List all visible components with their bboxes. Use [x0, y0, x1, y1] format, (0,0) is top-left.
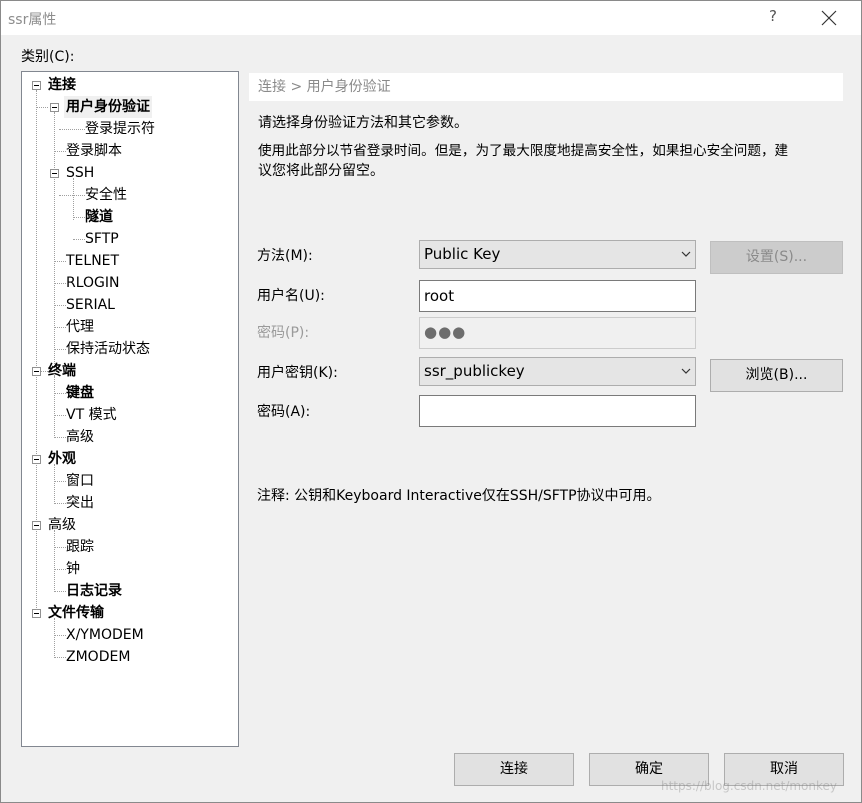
connect-button[interactable]: 连接	[454, 753, 574, 786]
tree-item-security[interactable]: 安全性	[83, 184, 129, 206]
note-text: 注释: 公钥和Keyboard Interactive仅在SSH/SFTP协议中…	[257, 488, 661, 504]
collapse-icon[interactable]	[32, 367, 41, 376]
session-properties-dialog: ssr属性 ? 类别(C): 连接 用户身份验证 登录提示符 登录脚本 SSH …	[0, 0, 862, 803]
tree-item-rlogin[interactable]: RLOGIN	[64, 272, 122, 294]
tree-item-bell[interactable]: 钟	[64, 558, 82, 580]
tree-item-authentication[interactable]: 用户身份验证	[64, 96, 152, 118]
tree-item-serial[interactable]: SERIAL	[64, 294, 117, 316]
tree-item-xymodem[interactable]: X/YMODEM	[64, 624, 146, 646]
tree-item-trace[interactable]: 跟踪	[64, 536, 96, 558]
breadcrumb: 连接 > 用户身份验证	[249, 73, 843, 101]
collapse-icon[interactable]	[32, 81, 41, 90]
method-label: 方法(M):	[257, 248, 313, 264]
tree-item-sftp[interactable]: SFTP	[83, 228, 121, 250]
chevron-down-icon	[681, 251, 691, 257]
cancel-button[interactable]: 取消	[724, 753, 844, 786]
tree-item-connection[interactable]: 连接	[46, 74, 78, 96]
tree-item-file-transfer[interactable]: 文件传输	[46, 602, 106, 624]
password-label: 密码(P):	[257, 325, 310, 341]
tree-item-keyboard[interactable]: 键盘	[64, 382, 96, 404]
tree-item-tunnel[interactable]: 隧道	[83, 206, 115, 228]
collapse-icon[interactable]	[32, 455, 41, 464]
password-field[interactable]: ●●●	[419, 317, 696, 349]
description-line-2: 议您将此部分留空。	[258, 163, 384, 179]
tree-item-login-script[interactable]: 登录脚本	[64, 140, 124, 162]
intro-text: 请选择身份验证方法和其它参数。	[258, 115, 468, 131]
user-key-select-value: ssr_publickey	[424, 362, 525, 380]
tree-item-vt-modes[interactable]: VT 模式	[64, 404, 119, 426]
tree-item-proxy[interactable]: 代理	[64, 316, 96, 338]
collapse-icon[interactable]	[32, 609, 41, 618]
tree-item-keep-alive[interactable]: 保持活动状态	[64, 338, 152, 360]
passphrase-field[interactable]	[419, 395, 696, 427]
method-select[interactable]: Public Key	[419, 240, 696, 269]
method-select-value: Public Key	[424, 245, 501, 263]
tree-item-logging[interactable]: 日志记录	[64, 580, 124, 602]
ok-button[interactable]: 确定	[589, 753, 709, 786]
title-bar: ssr属性 ?	[1, 1, 861, 35]
collapse-icon[interactable]	[50, 103, 59, 112]
collapse-icon[interactable]	[32, 521, 41, 530]
description-line-1: 使用此部分以节省登录时间。但是，为了最大限度地提高安全性，如果担心安全问题，建	[258, 143, 789, 159]
tree-item-terminal[interactable]: 终端	[46, 360, 78, 382]
collapse-icon[interactable]	[50, 169, 59, 178]
passphrase-label: 密码(A):	[257, 404, 311, 420]
tree-item-ssh[interactable]: SSH	[64, 162, 96, 184]
help-icon[interactable]: ?	[765, 7, 781, 25]
user-key-select[interactable]: ssr_publickey	[419, 357, 696, 386]
tree-item-window[interactable]: 窗口	[64, 470, 96, 492]
username-field[interactable]	[419, 280, 696, 312]
tree-item-terminal-advanced[interactable]: 高级	[64, 426, 96, 448]
category-tree[interactable]: 连接 用户身份验证 登录提示符 登录脚本 SSH 安全性 隧道 SFTP TEL…	[21, 71, 239, 747]
tree-item-appearance[interactable]: 外观	[46, 448, 78, 470]
username-label: 用户名(U):	[257, 288, 325, 304]
close-icon[interactable]	[819, 8, 839, 28]
tree-item-zmodem[interactable]: ZMODEM	[64, 646, 132, 668]
browse-button[interactable]: 浏览(B)...	[710, 359, 843, 392]
tree-item-advanced[interactable]: 高级	[46, 514, 78, 536]
category-label: 类别(C):	[21, 49, 75, 65]
tree-item-login-prompts[interactable]: 登录提示符	[83, 118, 157, 140]
user-key-label: 用户密钥(K):	[257, 365, 338, 381]
window-title: ssr属性	[8, 12, 57, 28]
settings-button[interactable]: 设置(S)...	[710, 241, 843, 274]
tree-item-telnet[interactable]: TELNET	[64, 250, 121, 272]
tree-item-highlight[interactable]: 突出	[64, 492, 96, 514]
chevron-down-icon	[681, 368, 691, 374]
